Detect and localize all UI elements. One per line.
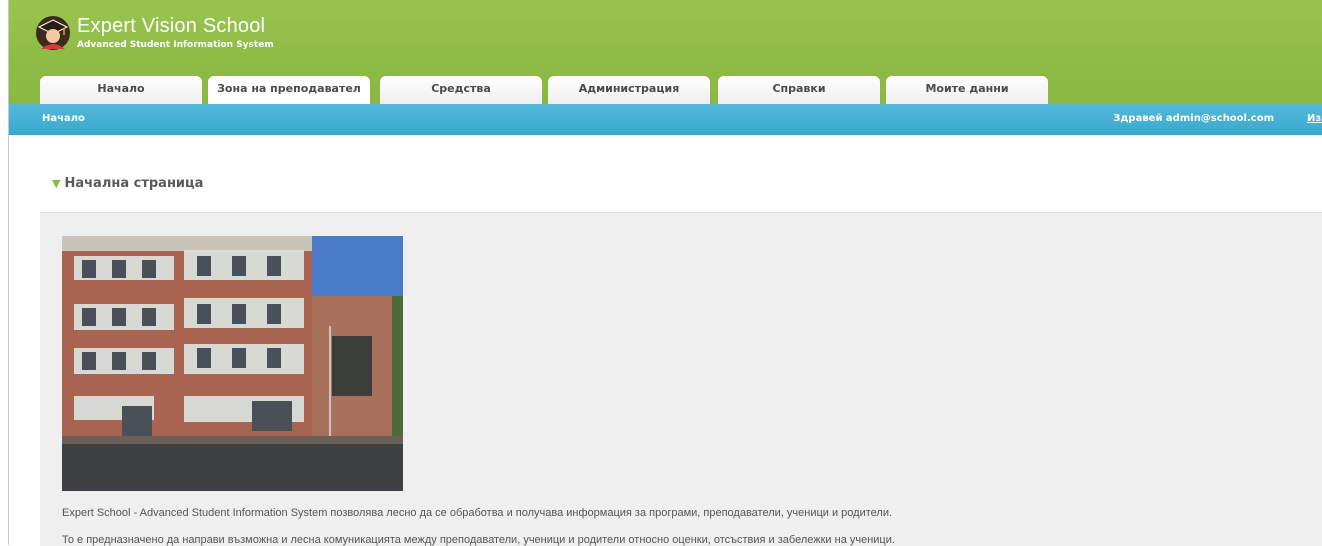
breadcrumb-bar: Начало Здравей admin@school.com Изл	[9, 104, 1322, 135]
app-title: Expert Vision School	[77, 15, 266, 37]
tab-teacher-zone[interactable]: Зона на преподавател	[208, 76, 370, 104]
tab-my-data[interactable]: Моите данни	[886, 76, 1048, 104]
tab-home[interactable]: Начало	[40, 76, 202, 104]
content-panel: Expert School - Advanced Student Informa…	[40, 212, 1322, 546]
triangle-down-icon: ▼	[52, 177, 61, 190]
user-greeting: Здравей admin@school.com	[1113, 113, 1274, 124]
app-subtitle: Advanced Student Information System	[77, 40, 274, 50]
intro-paragraph-2: То е предназначено да направи възможна и…	[62, 534, 895, 546]
page-title: Начална страница	[64, 176, 204, 191]
tab-resources[interactable]: Средства	[380, 76, 542, 104]
graduate-student-icon	[36, 16, 70, 50]
breadcrumb: Начало	[42, 113, 85, 124]
school-building-photo	[62, 236, 403, 491]
logout-link[interactable]: Изл	[1307, 113, 1322, 124]
section-header[interactable]: ▼ Начална страница	[52, 176, 203, 191]
app-header: Expert Vision School Advanced Student In…	[9, 0, 1322, 104]
tab-reports[interactable]: Справки	[718, 76, 880, 104]
intro-paragraph-1: Expert School - Advanced Student Informa…	[62, 507, 893, 519]
tab-administration[interactable]: Администрация	[548, 76, 710, 104]
